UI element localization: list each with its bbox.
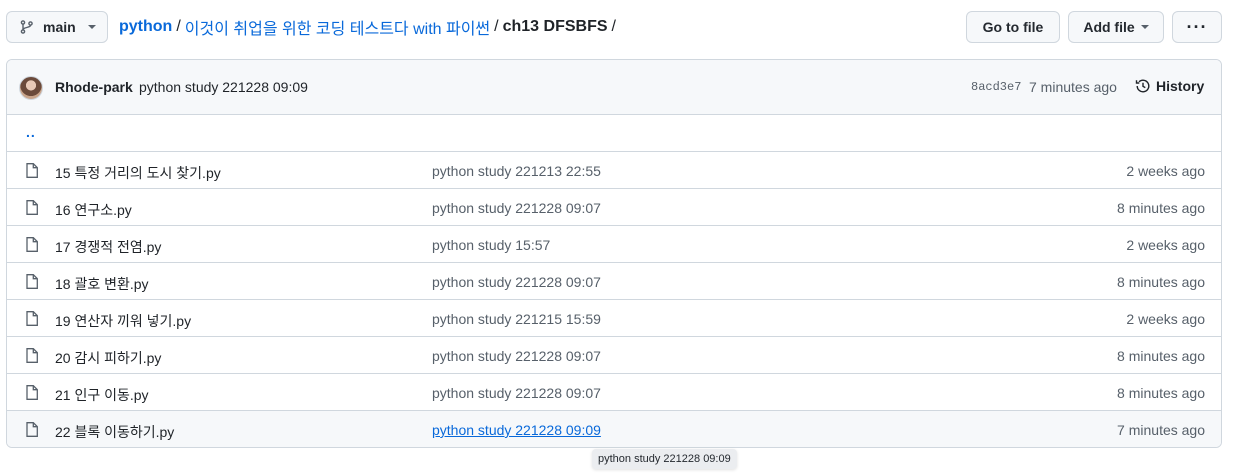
file-commit-time: 2 weeks ago — [1126, 163, 1205, 179]
breadcrumb-separator: / — [494, 18, 499, 35]
file-name-link[interactable]: 22 블록 이동하기.py — [55, 422, 174, 442]
file-commit-message-link[interactable]: python study 221228 09:07 — [432, 200, 601, 216]
history-label: History — [1156, 78, 1205, 94]
commit-author-link[interactable]: Rhode-park — [55, 79, 133, 95]
branch-selector-button[interactable]: main — [6, 11, 108, 43]
breadcrumb-folder-link[interactable]: 이것이 취업을 위한 코딩 테스트다 with 파이썬 — [185, 15, 490, 39]
file-name-link[interactable]: 21 인구 이동.py — [55, 385, 149, 405]
breadcrumb-repo-link[interactable]: python — [119, 18, 172, 36]
file-commit-message-link[interactable]: python study 15:57 — [432, 237, 550, 253]
author-avatar[interactable] — [19, 76, 43, 100]
file-commit-time: 8 minutes ago — [1117, 200, 1205, 216]
file-name-link[interactable]: 20 감시 피하기.py — [55, 348, 161, 368]
commit-time: 7 minutes ago — [1029, 79, 1117, 95]
file-row[interactable]: 20 감시 피하기.py python study 221228 09:07 8 m… — [7, 337, 1221, 374]
go-to-file-button[interactable]: Go to file — [966, 11, 1060, 43]
file-name-link[interactable]: 15 특정 거리의 도시 찾기.py — [55, 163, 221, 183]
file-commit-time: 2 weeks ago — [1126, 237, 1205, 253]
file-list: 15 특정 거리의 도시 찾기.py python study 221213 22… — [7, 152, 1221, 447]
chevron-down-icon — [1140, 25, 1149, 29]
add-file-label: Add file — [1083, 19, 1135, 35]
file-icon — [26, 200, 38, 215]
more-options-button[interactable]: ··· — [1172, 11, 1222, 43]
file-commit-message-link[interactable]: python study 221228 09:09 — [432, 422, 601, 438]
latest-commit-bar: Rhode-park python study 221228 09:09 8ac… — [7, 60, 1221, 115]
breadcrumb-separator: / — [611, 18, 616, 35]
file-row[interactable]: 16 연구소.py python study 221228 09:07 8 minu… — [7, 189, 1221, 226]
commit-message-tooltip: python study 221228 09:09 — [592, 449, 737, 469]
file-name-link[interactable]: 19 연산자 끼워 넣기.py — [55, 311, 191, 331]
file-commit-message-link[interactable]: python study 221213 22:55 — [432, 163, 601, 179]
file-row[interactable]: 19 연산자 끼워 넣기.py python study 221215 15:59… — [7, 300, 1221, 337]
file-commit-time: 7 minutes ago — [1117, 422, 1205, 438]
file-name-link[interactable]: 16 연구소.py — [55, 200, 132, 220]
commit-sha-link[interactable]: 8acd3e7 — [971, 80, 1021, 94]
add-file-button[interactable]: Add file — [1068, 11, 1164, 43]
file-commit-message-link[interactable]: python study 221228 09:07 — [432, 274, 601, 290]
file-commit-message-link[interactable]: python study 221228 09:07 — [432, 348, 601, 364]
go-to-file-label: Go to file — [982, 19, 1044, 35]
file-icon — [26, 237, 38, 252]
file-commit-time: 8 minutes ago — [1117, 385, 1205, 401]
file-icon — [26, 422, 38, 437]
file-icon — [26, 163, 38, 178]
file-commit-message-link[interactable]: python study 221215 15:59 — [432, 311, 601, 327]
file-icon — [26, 274, 38, 289]
breadcrumb: python / 이것이 취업을 위한 코딩 테스트다 with 파이썬 / c… — [119, 11, 620, 43]
file-row[interactable]: 22 블록 이동하기.py python study 221228 09:09 7 … — [7, 411, 1221, 447]
parent-directory-row[interactable]: .. — [7, 115, 1221, 152]
file-row[interactable]: 17 경쟁적 전염.py python study 15:57 2 weeks ag… — [7, 226, 1221, 263]
file-commit-time: 2 weeks ago — [1126, 311, 1205, 327]
file-row[interactable]: 15 특정 거리의 도시 찾기.py python study 221213 22… — [7, 152, 1221, 189]
file-commit-message-link[interactable]: python study 221228 09:07 — [432, 385, 601, 401]
branch-name: main — [43, 19, 76, 35]
breadcrumb-separator: / — [176, 18, 181, 35]
file-row[interactable]: 21 인구 이동.py python study 221228 09:07 8 mi… — [7, 374, 1221, 411]
file-name-link[interactable]: 17 경쟁적 전염.py — [55, 237, 161, 257]
file-row[interactable]: 18 괄호 변환.py python study 221228 09:07 8 mi… — [7, 263, 1221, 300]
history-icon — [1135, 79, 1150, 93]
commit-message-link[interactable]: python study 221228 09:09 — [139, 79, 308, 95]
file-icon — [26, 348, 38, 363]
file-name-link[interactable]: 18 괄호 변환.py — [55, 274, 149, 294]
parent-directory-link[interactable]: .. — [26, 124, 36, 140]
file-icon — [26, 311, 38, 326]
file-commit-time: 8 minutes ago — [1117, 348, 1205, 364]
breadcrumb-current-folder: ch13 DFSBFS — [502, 18, 608, 35]
repo-toolbar: main python / 이것이 취업을 위한 코딩 테스트다 with 파이… — [6, 11, 1222, 43]
file-browser: Rhode-park python study 221228 09:09 8ac… — [6, 59, 1222, 448]
file-commit-time: 8 minutes ago — [1117, 274, 1205, 290]
git-branch-icon — [20, 20, 33, 34]
history-button[interactable]: History — [1135, 78, 1204, 94]
kebab-horizontal-icon: ··· — [1186, 16, 1208, 37]
chevron-down-icon — [87, 25, 96, 29]
file-icon — [26, 385, 38, 400]
